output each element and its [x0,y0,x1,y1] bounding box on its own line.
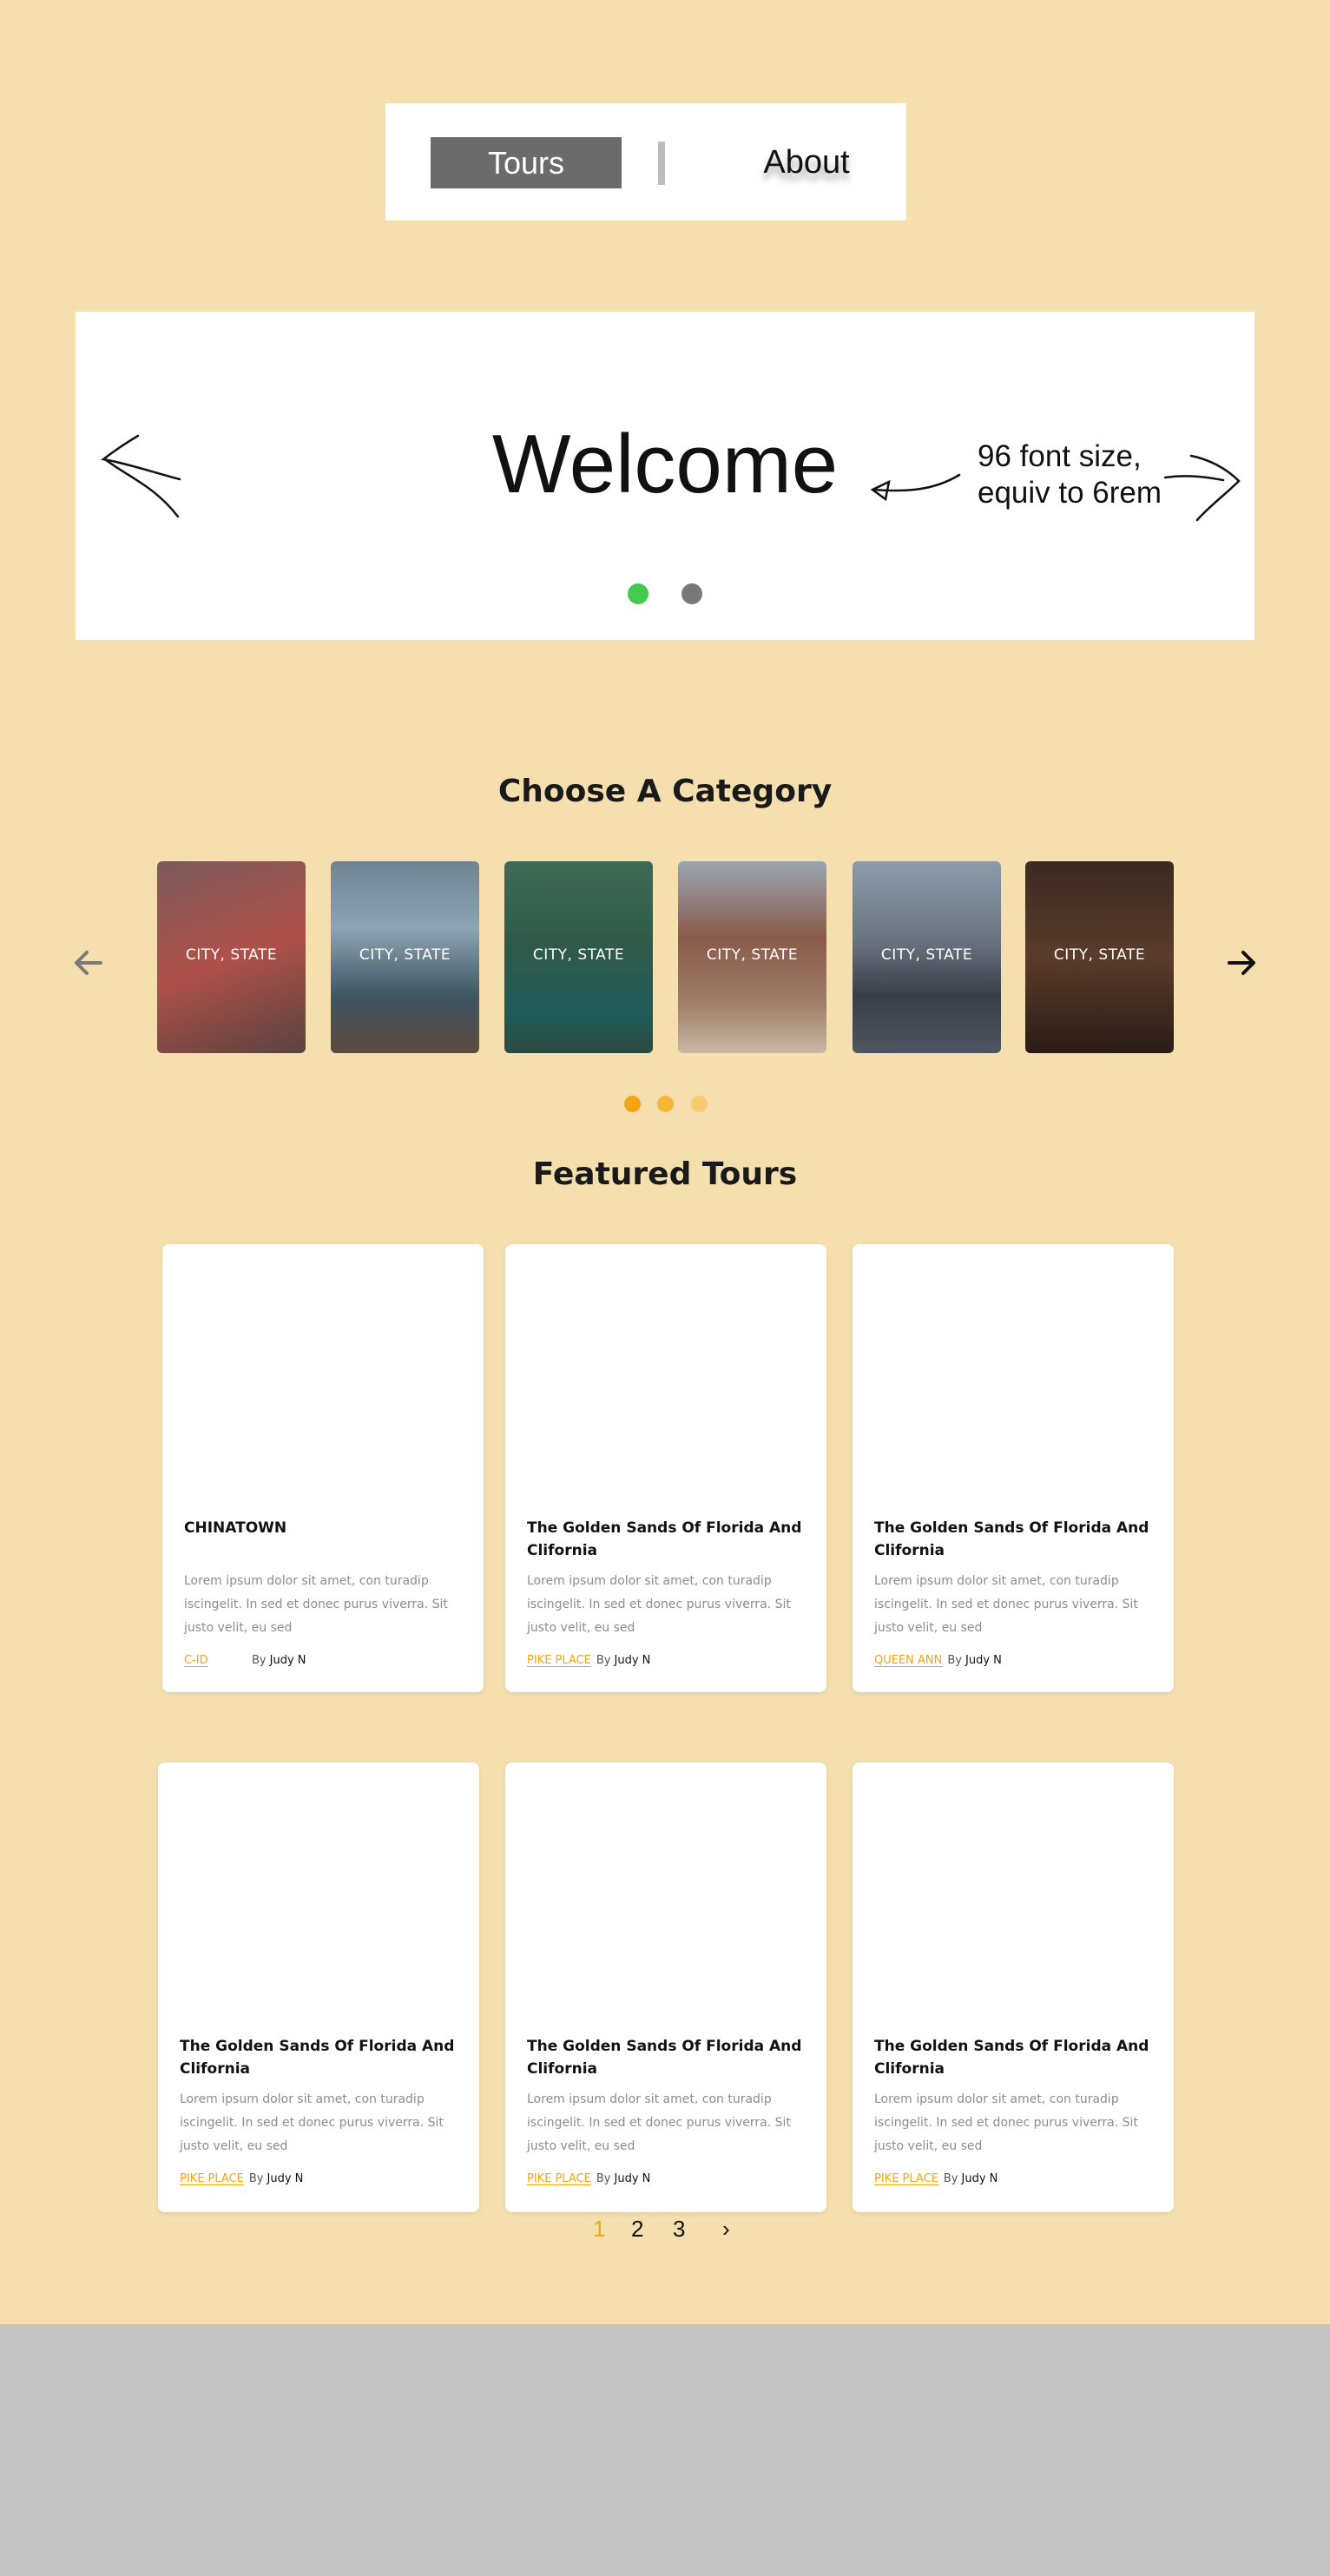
top-nav: Tours About [385,103,906,221]
tour-author[interactable]: Judy N [270,1654,306,1667]
tour-card[interactable]: The Golden Sands Of Florida And Cliforni… [853,1244,1174,1692]
tour-meta: C-ID By Judy N [184,1654,306,1667]
category-heading: Choose A Category [497,774,833,809]
tour-by: By [248,2172,264,2185]
category-card[interactable]: CITY, STATE [331,861,479,1053]
arrow-left-icon[interactable] [68,942,109,984]
tour-location-tag[interactable]: C-ID [184,1654,247,1667]
pagination-page-2[interactable]: 2 [631,2216,643,2243]
tour-card[interactable]: The Golden Sands Of Florida And Cliforni… [505,1762,826,2212]
pagination-page-3[interactable]: 3 [673,2216,685,2243]
tour-title: The Golden Sands Of Florida And Cliforni… [527,2038,802,2078]
tour-title: The Golden Sands Of Florida And Cliforni… [874,1519,1149,1559]
category-card[interactable]: CITY, STATE [504,861,653,1053]
category-card[interactable]: CITY, STATE [157,861,306,1053]
nav-about-link[interactable]: About [733,137,880,188]
tour-meta: PIKE PLACE By Judy N [527,2172,650,2185]
tour-card[interactable]: The Golden Sands Of Florida And Cliforni… [853,1762,1174,2212]
tour-location-tag[interactable]: PIKE PLACE [180,2172,244,2185]
nav-divider [658,142,665,185]
category-label: CITY, STATE [359,946,451,964]
hero-dot[interactable] [681,583,702,604]
tour-title: The Golden Sands Of Florida And Cliforni… [527,1519,802,1559]
hero-annotation: 96 font size, equiv to 6rem [978,438,1162,511]
tour-meta: PIKE PLACE By Judy N [527,1654,650,1667]
hero-annotation-line2: equiv to 6rem [978,476,1162,510]
tour-card[interactable]: The Golden Sands Of Florida And Cliforni… [158,1762,479,2212]
tour-description: Lorem ipsum dolor sit amet, con turadip … [527,1574,791,1635]
hero-banner: Welcome 96 font size, equiv to 6rem [76,312,1254,640]
tour-meta: PIKE PLACE By Judy N [180,2172,303,2185]
tour-by: By [947,1654,962,1667]
footer [0,2324,1330,2576]
tour-description: Lorem ipsum dolor sit amet, con turadip … [180,2092,444,2153]
tour-description: Lorem ipsum dolor sit amet, con turadip … [527,2092,791,2153]
tour-title: The Golden Sands Of Florida And Cliforni… [180,2038,455,2078]
tour-meta: PIKE PLACE By Judy N [874,2172,998,2185]
arrow-right-icon[interactable] [1221,942,1262,984]
category-label: CITY, STATE [880,946,973,964]
category-label: CITY, STATE [185,946,278,964]
tour-location-tag[interactable]: PIKE PLACE [527,2172,591,2185]
tour-meta: QUEEN ANN By Judy N [874,1654,1002,1667]
tour-location-tag[interactable]: QUEEN ANN [874,1654,942,1667]
tour-author[interactable]: Judy N [615,2172,651,2185]
tour-by: By [252,1654,267,1667]
tour-title: CHINATOWN [184,1519,287,1537]
category-label: CITY, STATE [706,946,799,964]
tour-description: Lorem ipsum dolor sit amet, con turadip … [184,1574,448,1635]
category-dot[interactable] [691,1096,708,1112]
pagination-page-1[interactable]: 1 [593,2216,605,2243]
category-card[interactable]: CITY, STATE [1025,861,1174,1053]
tour-author[interactable]: Judy N [267,2172,304,2185]
nav-tours-button[interactable]: Tours [431,137,622,188]
tour-description: Lorem ipsum dolor sit amet, con turadip … [874,2092,1138,2153]
category-card[interactable]: CITY, STATE [853,861,1001,1053]
tour-location-tag[interactable]: PIKE PLACE [874,2172,938,2185]
tour-card[interactable]: CHINATOWN Lorem ipsum dolor sit amet, co… [162,1244,484,1692]
tour-by: By [943,2172,958,2185]
tour-author[interactable]: Judy N [962,2172,998,2185]
featured-heading: Featured Tours [532,1156,798,1192]
tour-by: By [596,2172,611,2185]
tour-card[interactable]: The Golden Sands Of Florida And Cliforni… [505,1244,826,1692]
tour-description: Lorem ipsum dolor sit amet, con turadip … [874,1574,1138,1635]
tour-author[interactable]: Judy N [615,1654,651,1667]
category-label: CITY, STATE [1053,946,1146,964]
tour-author[interactable]: Judy N [965,1654,1002,1667]
pagination-next-icon[interactable]: › [722,2216,730,2243]
category-dot[interactable] [657,1096,674,1112]
category-dot-active[interactable] [624,1096,641,1112]
hero-dot-active[interactable] [628,583,649,604]
tour-by: By [596,1654,611,1667]
category-card[interactable]: CITY, STATE [678,861,826,1053]
tour-location-tag[interactable]: PIKE PLACE [527,1654,591,1667]
category-label: CITY, STATE [532,946,625,964]
hero-annotation-line1: 96 font size, [978,439,1142,473]
tour-title: The Golden Sands Of Florida And Cliforni… [874,2038,1149,2078]
